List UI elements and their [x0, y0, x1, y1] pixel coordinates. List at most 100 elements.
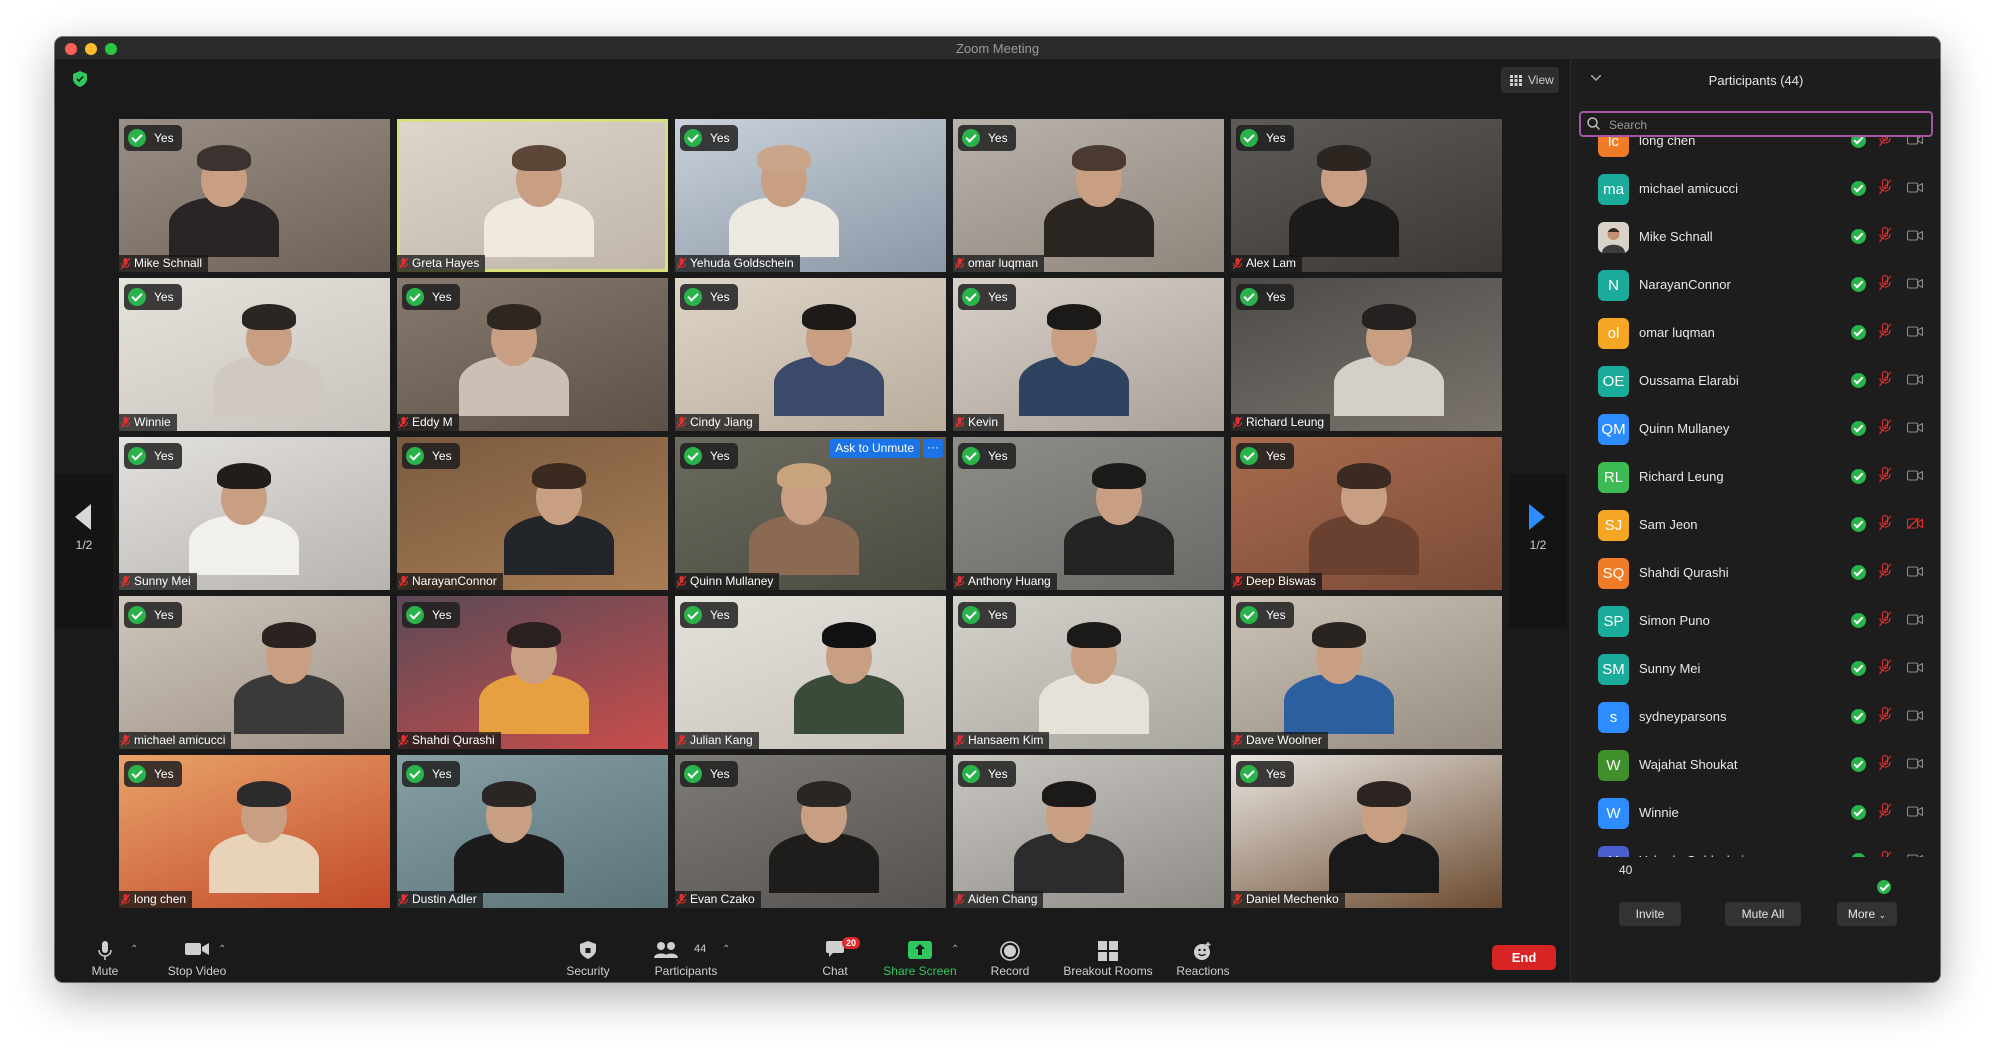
search-input[interactable] [1607, 115, 1911, 135]
muted-mic-icon[interactable] [1879, 467, 1891, 483]
video-camera-icon[interactable] [1907, 662, 1923, 673]
video-tile[interactable]: Yes Yehuda Goldschein [675, 119, 946, 272]
participant-row[interactable]: W Winnie [1571, 789, 1940, 837]
participant-search[interactable] [1579, 111, 1933, 137]
previous-page-button[interactable]: 1/2 [55, 474, 113, 629]
video-tile[interactable]: Yes Anthony Huang [953, 437, 1224, 590]
video-tile[interactable]: Greta Hayes [397, 119, 668, 272]
video-tile[interactable]: Yes long chen [119, 755, 390, 908]
participant-row[interactable]: Y Yehuda Goldschein [1571, 837, 1940, 857]
video-tile[interactable]: Yes omar luqman [953, 119, 1224, 272]
green-check-icon [962, 447, 980, 465]
video-camera-icon[interactable] [1907, 326, 1923, 337]
stop-video-button[interactable]: Stop Video [152, 934, 242, 982]
participant-row[interactable]: lc long chen [1571, 137, 1940, 165]
video-camera-icon[interactable] [1907, 278, 1923, 289]
participant-row[interactable]: s sydneyparsons [1571, 693, 1940, 741]
tile-more-options-button[interactable]: ··· [923, 439, 943, 458]
video-tile[interactable]: Yes Eddy M [397, 278, 668, 431]
security-button[interactable]: Security [548, 934, 628, 982]
end-meeting-button[interactable]: End [1492, 945, 1556, 970]
video-camera-icon[interactable] [1907, 614, 1923, 625]
share-options-chevron-icon[interactable]: ⌃ [951, 944, 959, 955]
reaction-badge: Yes [402, 602, 460, 628]
muted-mic-icon[interactable] [1879, 803, 1891, 819]
muted-mic-icon[interactable] [1879, 755, 1891, 771]
participant-row[interactable]: SJ Sam Jeon [1571, 501, 1940, 549]
video-tile[interactable]: Yes Kevin [953, 278, 1224, 431]
muted-mic-icon[interactable] [1879, 179, 1891, 195]
video-tile[interactable]: Yes michael amicucci [119, 596, 390, 749]
participant-row[interactable]: N NarayanConnor [1571, 261, 1940, 309]
mute-all-button[interactable]: Mute All [1725, 902, 1801, 926]
video-camera-icon[interactable] [1907, 806, 1923, 817]
muted-mic-icon[interactable] [1879, 371, 1891, 387]
video-off-icon[interactable] [1907, 518, 1923, 529]
video-tile[interactable]: Yes Winnie [119, 278, 390, 431]
participant-row[interactable]: Mike Schnall [1571, 213, 1940, 261]
muted-mic-icon[interactable] [1879, 227, 1891, 243]
view-button[interactable]: View [1501, 67, 1559, 93]
audio-options-chevron-icon[interactable]: ⌃ [130, 944, 138, 955]
video-camera-icon[interactable] [1907, 710, 1923, 721]
chat-button[interactable]: 20 Chat [805, 934, 865, 982]
muted-mic-icon[interactable] [1879, 707, 1891, 723]
participant-row[interactable]: ol omar luqman [1571, 309, 1940, 357]
participant-row[interactable]: SP Simon Puno [1571, 597, 1940, 645]
reactions-button[interactable]: Reactions [1167, 934, 1239, 982]
muted-mic-icon[interactable] [1879, 323, 1891, 339]
video-camera-icon[interactable] [1907, 758, 1923, 769]
video-tile[interactable]: Yes Ask to Unmute ··· Quinn Mullaney [675, 437, 946, 590]
video-camera-icon[interactable] [1907, 854, 1923, 857]
muted-mic-icon[interactable] [1879, 611, 1891, 627]
video-camera-icon[interactable] [1907, 470, 1923, 481]
participant-row[interactable]: SM Sunny Mei [1571, 645, 1940, 693]
muted-mic-icon[interactable] [1879, 275, 1891, 291]
more-button[interactable]: More ⌄ [1837, 902, 1897, 926]
video-tile[interactable]: Yes NarayanConnor [397, 437, 668, 590]
video-tile[interactable]: Yes Sunny Mei [119, 437, 390, 590]
video-options-chevron-icon[interactable]: ⌃ [218, 944, 226, 955]
video-tile[interactable]: Yes Deep Biswas [1231, 437, 1502, 590]
participant-row[interactable]: SQ Shahdi Qurashi [1571, 549, 1940, 597]
muted-mic-icon[interactable] [1879, 515, 1891, 531]
encryption-shield-icon[interactable] [73, 71, 87, 87]
muted-mic-icon[interactable] [1879, 419, 1891, 435]
video-tile[interactable]: Yes Richard Leung [1231, 278, 1502, 431]
muted-mic-icon[interactable] [1879, 659, 1891, 675]
participant-row[interactable]: RL Richard Leung [1571, 453, 1940, 501]
video-camera-icon[interactable] [1907, 230, 1923, 241]
video-camera-icon[interactable] [1907, 374, 1923, 385]
video-camera-icon[interactable] [1907, 422, 1923, 433]
share-screen-button[interactable]: Share Screen [875, 934, 965, 982]
video-tile[interactable]: Yes Dustin Adler [397, 755, 668, 908]
next-page-button[interactable]: 1/2 [1509, 474, 1567, 629]
ask-to-unmute-button[interactable]: Ask to Unmute [829, 439, 920, 458]
video-tile[interactable]: Yes Alex Lam [1231, 119, 1502, 272]
video-tile[interactable]: Yes Evan Czako [675, 755, 946, 908]
video-tile[interactable]: Yes Julian Kang [675, 596, 946, 749]
video-tile[interactable]: Yes Hansaem Kim [953, 596, 1224, 749]
muted-mic-icon[interactable] [1879, 851, 1891, 857]
video-tile[interactable]: Yes Shahdi Qurashi [397, 596, 668, 749]
participant-row[interactable]: ma michael amicucci [1571, 165, 1940, 213]
participants-button[interactable]: 44 Participants [641, 934, 731, 982]
video-tile[interactable]: Yes Dave Woolner [1231, 596, 1502, 749]
video-camera-icon[interactable] [1907, 182, 1923, 193]
participant-row[interactable]: QM Quinn Mullaney [1571, 405, 1940, 453]
video-camera-icon[interactable] [1907, 566, 1923, 577]
muted-mic-icon[interactable] [1879, 137, 1891, 147]
mute-button[interactable]: Mute [75, 934, 135, 982]
invite-button[interactable]: Invite [1619, 902, 1681, 926]
breakout-rooms-button[interactable]: Breakout Rooms [1057, 934, 1159, 982]
video-tile[interactable]: Yes Mike Schnall [119, 119, 390, 272]
video-tile[interactable]: Yes Aiden Chang [953, 755, 1224, 908]
record-button[interactable]: Record [975, 934, 1045, 982]
muted-mic-icon[interactable] [1879, 563, 1891, 579]
participant-row[interactable]: OE Oussama Elarabi [1571, 357, 1940, 405]
participant-row[interactable]: W Wajahat Shoukat [1571, 741, 1940, 789]
video-camera-icon[interactable] [1907, 137, 1923, 145]
participants-options-chevron-icon[interactable]: ⌃ [722, 944, 730, 955]
video-tile[interactable]: Yes Daniel Mechenko [1231, 755, 1502, 908]
video-tile[interactable]: Yes Cindy Jiang [675, 278, 946, 431]
